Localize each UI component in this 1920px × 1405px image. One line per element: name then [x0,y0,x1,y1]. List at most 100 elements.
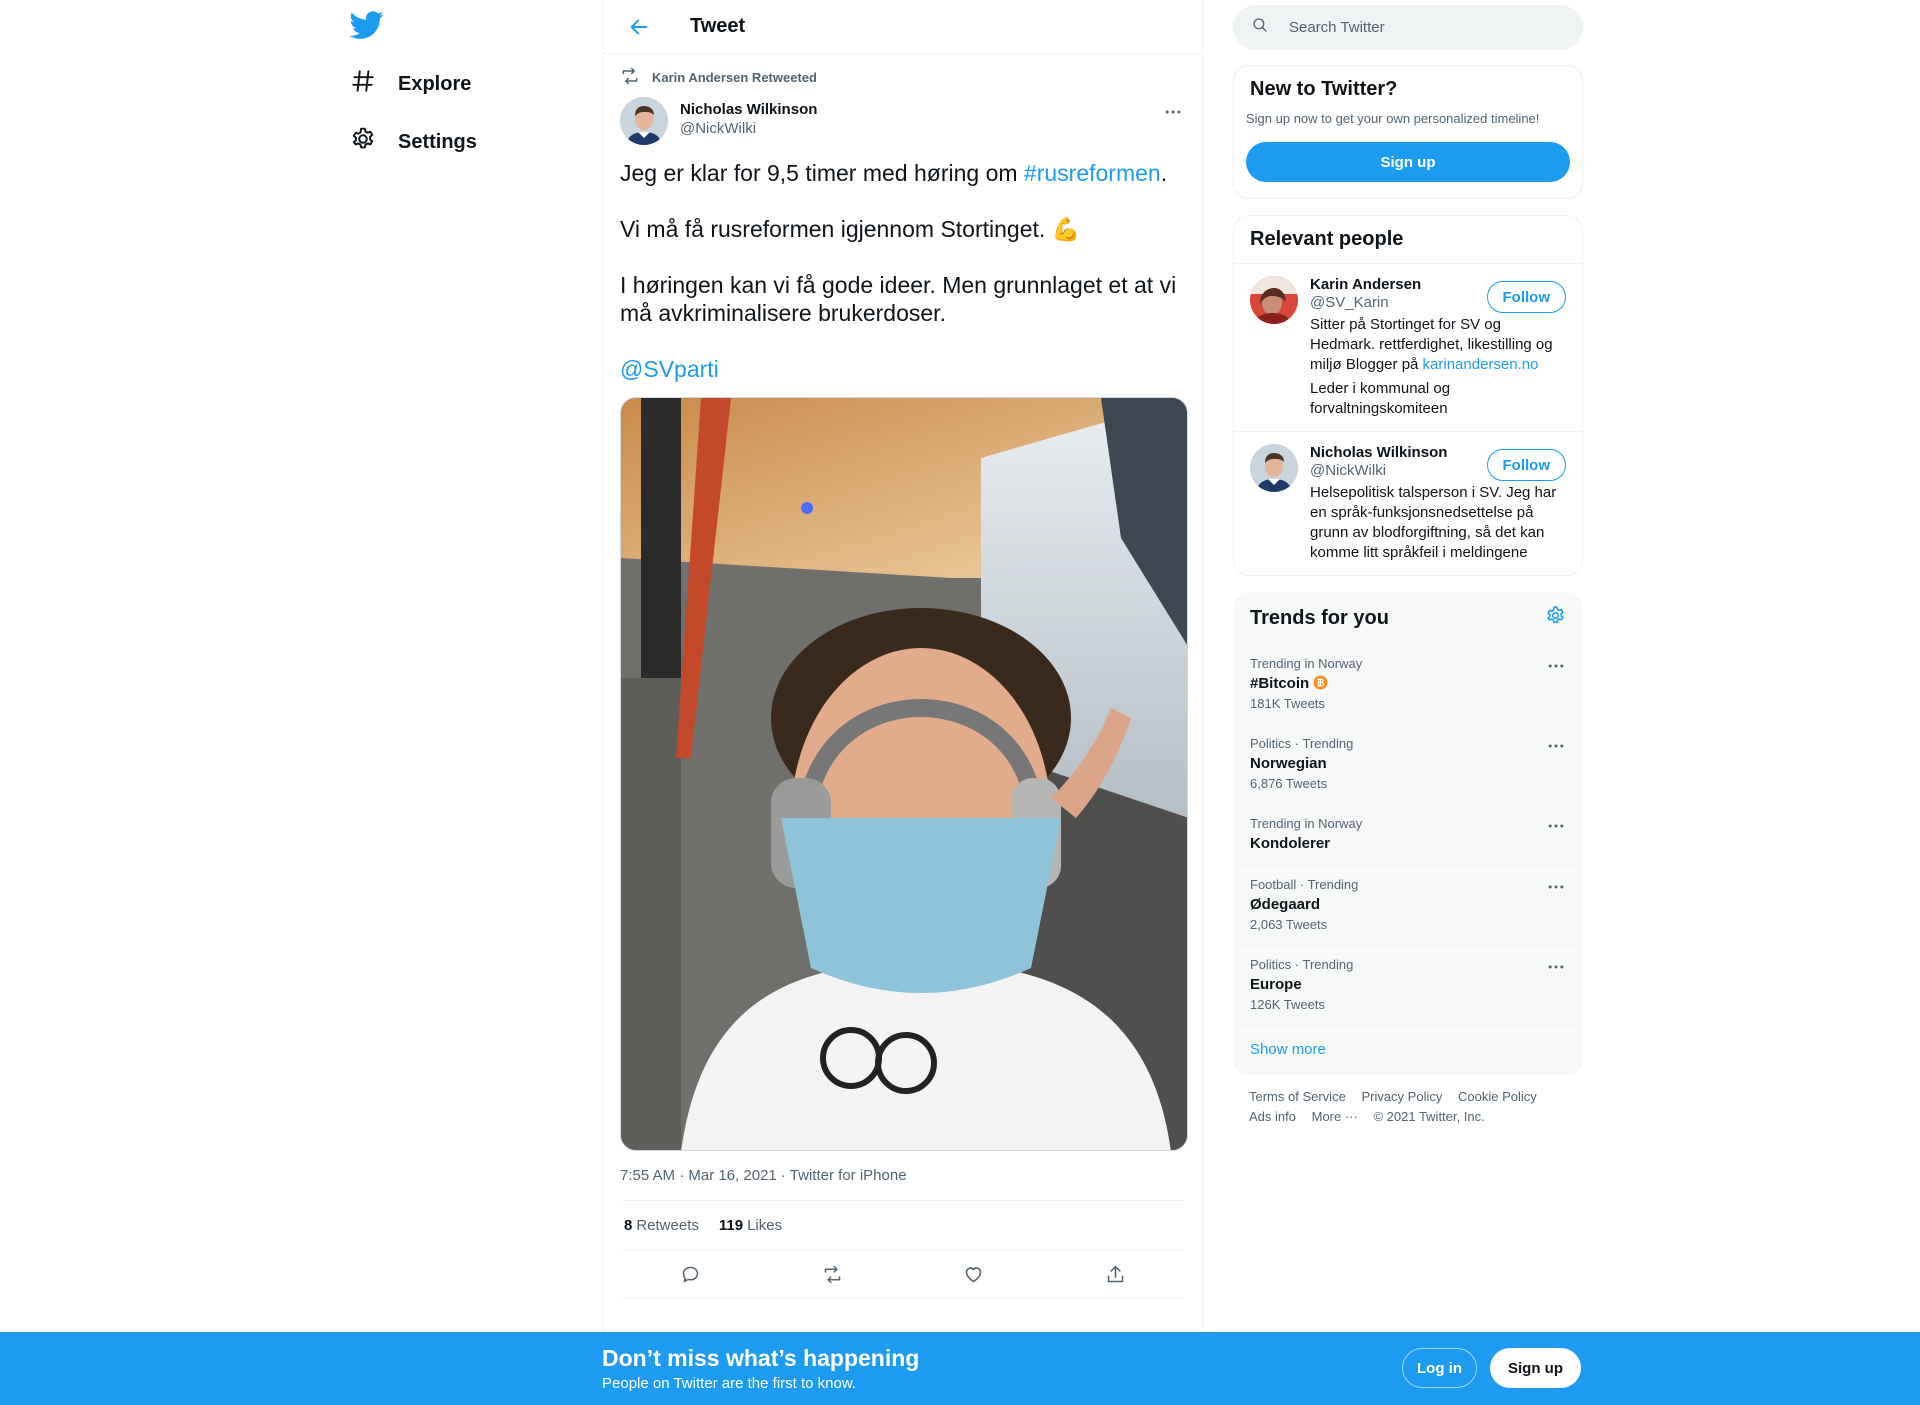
trend-item[interactable]: Trending in Norway Kondolerer [1234,803,1582,864]
tweet-author: Nicholas Wilkinson @NickWilki [620,97,1186,145]
tweet-more-button[interactable] [1160,99,1186,125]
tweet-timestamp[interactable]: 7:55 AM · Mar 16, 2021 · Twitter for iPh… [620,1167,1186,1201]
retweeted-by-label[interactable]: Karin Andersen Retweeted [652,70,817,85]
trend-context: Trending in Norway [1250,656,1363,671]
trend-more-icon[interactable] [1546,816,1566,841]
share-icon [1107,1265,1124,1283]
login-button[interactable]: Log in [1402,1348,1477,1388]
search-icon [1251,16,1269,39]
person-nicholas[interactable]: Nicholas Wilkinson @NickWilki Helsepolit… [1234,431,1582,575]
reply-icon [682,1266,699,1283]
footer-links: Terms of Service Privacy Policy Cookie P… [1233,1075,1583,1139]
show-more-link[interactable]: Show more [1234,1024,1582,1074]
footer-terms-link[interactable]: Terms of Service [1249,1089,1346,1104]
retweet-icon [620,66,640,89]
footer-copyright: © 2021 Twitter, Inc. [1373,1109,1485,1124]
author-handle[interactable]: @NickWilki [680,120,817,137]
trend-more-icon[interactable] [1546,656,1566,681]
retweets-count: 8 [624,1217,633,1234]
share-button[interactable] [1098,1258,1132,1292]
trend-item[interactable]: Trending in Norway #Bitcoin 181K Tweets [1234,643,1582,723]
person-avatar[interactable] [1250,276,1298,324]
signup-button[interactable]: Sign up [1490,1348,1581,1388]
trend-item[interactable]: Politics · Trending Norwegian 6,876 Twee… [1234,723,1582,803]
footer-more-link[interactable]: More ··· [1312,1109,1358,1124]
likes-count: 119 [718,1217,744,1234]
bitcoin-icon [1313,675,1328,692]
footer-ads-link[interactable]: Ads info [1249,1109,1296,1124]
mention-link[interactable]: @SVparti [620,356,719,382]
hashtag-link[interactable]: #rusreformen [1024,160,1161,186]
tweet-text-segment: . [1160,160,1168,186]
like-button[interactable] [957,1258,991,1292]
person-karin[interactable]: Karin Andersen @SV_Karin Sitter på Stort… [1234,263,1582,431]
trend-count: 126K Tweets [1250,997,1325,1012]
trend-item[interactable]: Football · Trending Ødegaard 2,063 Tweet… [1234,864,1582,944]
banner-subtitle: People on Twitter are the first to know. [602,1375,857,1392]
follow-button[interactable]: Follow [1486,281,1566,313]
tweet-actions [620,1251,1186,1299]
nav-settings[interactable]: Settings [350,126,477,158]
person-bio-extra: Leder i kommunal og forvaltningskomiteen [1310,380,1451,417]
trend-context: Politics · Trending [1250,957,1354,972]
back-button[interactable] [622,10,656,44]
trend-more-icon[interactable] [1546,957,1566,982]
search-input[interactable] [1289,19,1549,36]
tweet-stats: 8 Retweets 119 Likes [620,1201,1186,1251]
tweet-photo[interactable] [620,397,1188,1151]
trend-context: Trending in Norway [1250,816,1363,831]
tweet-paragraph-2: Vi må få rusreformen igjennom Stortinget… [620,216,1081,242]
new-to-twitter-title: New to Twitter? [1250,78,1398,100]
page-title: Tweet [690,15,746,37]
main-column: Tweet Karin Andersen Retweeted Nicholas … [603,0,1203,1405]
trend-more-icon[interactable] [1546,736,1566,761]
reply-button[interactable] [674,1258,708,1292]
nav-explore-label: Explore [398,72,472,95]
trend-context: Politics · Trending [1250,736,1354,751]
tweet-paragraph-1: Jeg er klar for 9,5 timer med høring om … [620,159,1186,187]
trend-more-icon[interactable] [1546,877,1566,902]
nav-settings-label: Settings [398,130,477,153]
retweet-icon [824,1265,841,1284]
sidebar-signup-button[interactable]: Sign up [1246,142,1570,182]
trends-card: Trends for you Trending in Norway #Bitco… [1233,592,1583,1075]
trend-name: Norwegian [1250,755,1327,772]
trend-name: Kondolerer [1250,835,1331,852]
likes-label: Likes [747,1217,783,1234]
trend-name-text: #Bitcoin [1250,675,1310,692]
author-name[interactable]: Nicholas Wilkinson [680,101,817,118]
trend-count: 2,063 Tweets [1250,917,1328,932]
heart-icon [965,1267,982,1283]
tweet-header: Tweet [604,0,1202,54]
retweets-label: Retweets [636,1217,699,1234]
trend-item[interactable]: Politics · Trending Europe 126K Tweets [1234,944,1582,1024]
person-bio: Helsepolitisk talsperson i SV. Jeg har e… [1310,484,1557,561]
trend-name: Europe [1250,976,1302,993]
trend-context: Football · Trending [1250,877,1359,892]
right-sidebar: New to Twitter? Sign up now to get your … [1233,0,1583,1139]
person-bio: Sitter på Stortinget for SV og Hedmark. … [1310,315,1560,375]
footer-privacy-link[interactable]: Privacy Policy [1361,1089,1442,1104]
retweets-stat[interactable]: 8 Retweets [624,1217,699,1234]
person-avatar[interactable] [1250,444,1298,492]
twitter-bird-icon[interactable] [349,8,384,42]
relevant-people-title: Relevant people [1250,228,1404,250]
footer-cookie-link[interactable]: Cookie Policy [1458,1089,1537,1104]
search-box[interactable] [1233,5,1583,50]
tweet: Karin Andersen Retweeted Nicholas Wilkin… [604,66,1202,1299]
bio-link[interactable]: karinandersen.no [1423,356,1539,373]
follow-button[interactable]: Follow [1486,449,1566,481]
retweet-button[interactable] [815,1258,849,1292]
author-avatar[interactable] [620,97,668,145]
new-to-twitter-card: New to Twitter? Sign up now to get your … [1233,65,1583,199]
new-to-twitter-desc: Sign up now to get your own personalized… [1246,111,1540,126]
trend-count: 181K Tweets [1250,696,1325,711]
nav-explore[interactable]: Explore [350,68,471,100]
trends-title: Trends for you [1250,606,1389,629]
arrow-left-icon [630,19,648,34]
retweet-context: Karin Andersen Retweeted [620,66,1186,89]
likes-stat[interactable]: 119 Likes [719,1217,782,1234]
hashtag-icon [350,68,376,100]
trends-settings-icon[interactable] [1545,605,1566,631]
trend-name: Ødegaard [1250,896,1321,913]
